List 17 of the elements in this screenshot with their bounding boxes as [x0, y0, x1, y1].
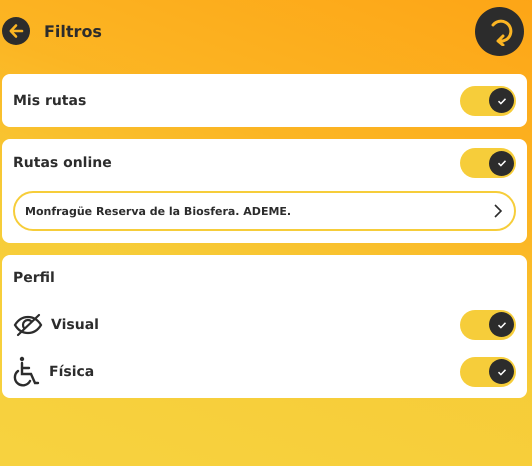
chevron-right-icon [492, 203, 504, 219]
my-routes-label: Mis rutas [13, 92, 88, 108]
wheelchair-icon [13, 356, 41, 388]
toggle-switch[interactable] [460, 310, 516, 340]
route-selector[interactable]: Monfragüe Reserva de la Biosfera. ADEME. [13, 191, 516, 231]
reset-button[interactable] [475, 6, 524, 56]
page-title: Filtros [44, 22, 103, 40]
toggle-switch[interactable] [460, 148, 516, 178]
online-routes-label: Rutas online [13, 155, 113, 171]
eye-off-icon [13, 312, 43, 336]
profile-option-label: Visual [51, 316, 100, 332]
back-arrow-icon [8, 23, 24, 39]
toggle-switch[interactable] [460, 356, 516, 386]
toggle-switch[interactable] [460, 86, 516, 116]
back-button[interactable] [2, 17, 30, 45]
profile-heading: Perfil [13, 270, 55, 286]
profile-option-label: Física [49, 364, 96, 380]
